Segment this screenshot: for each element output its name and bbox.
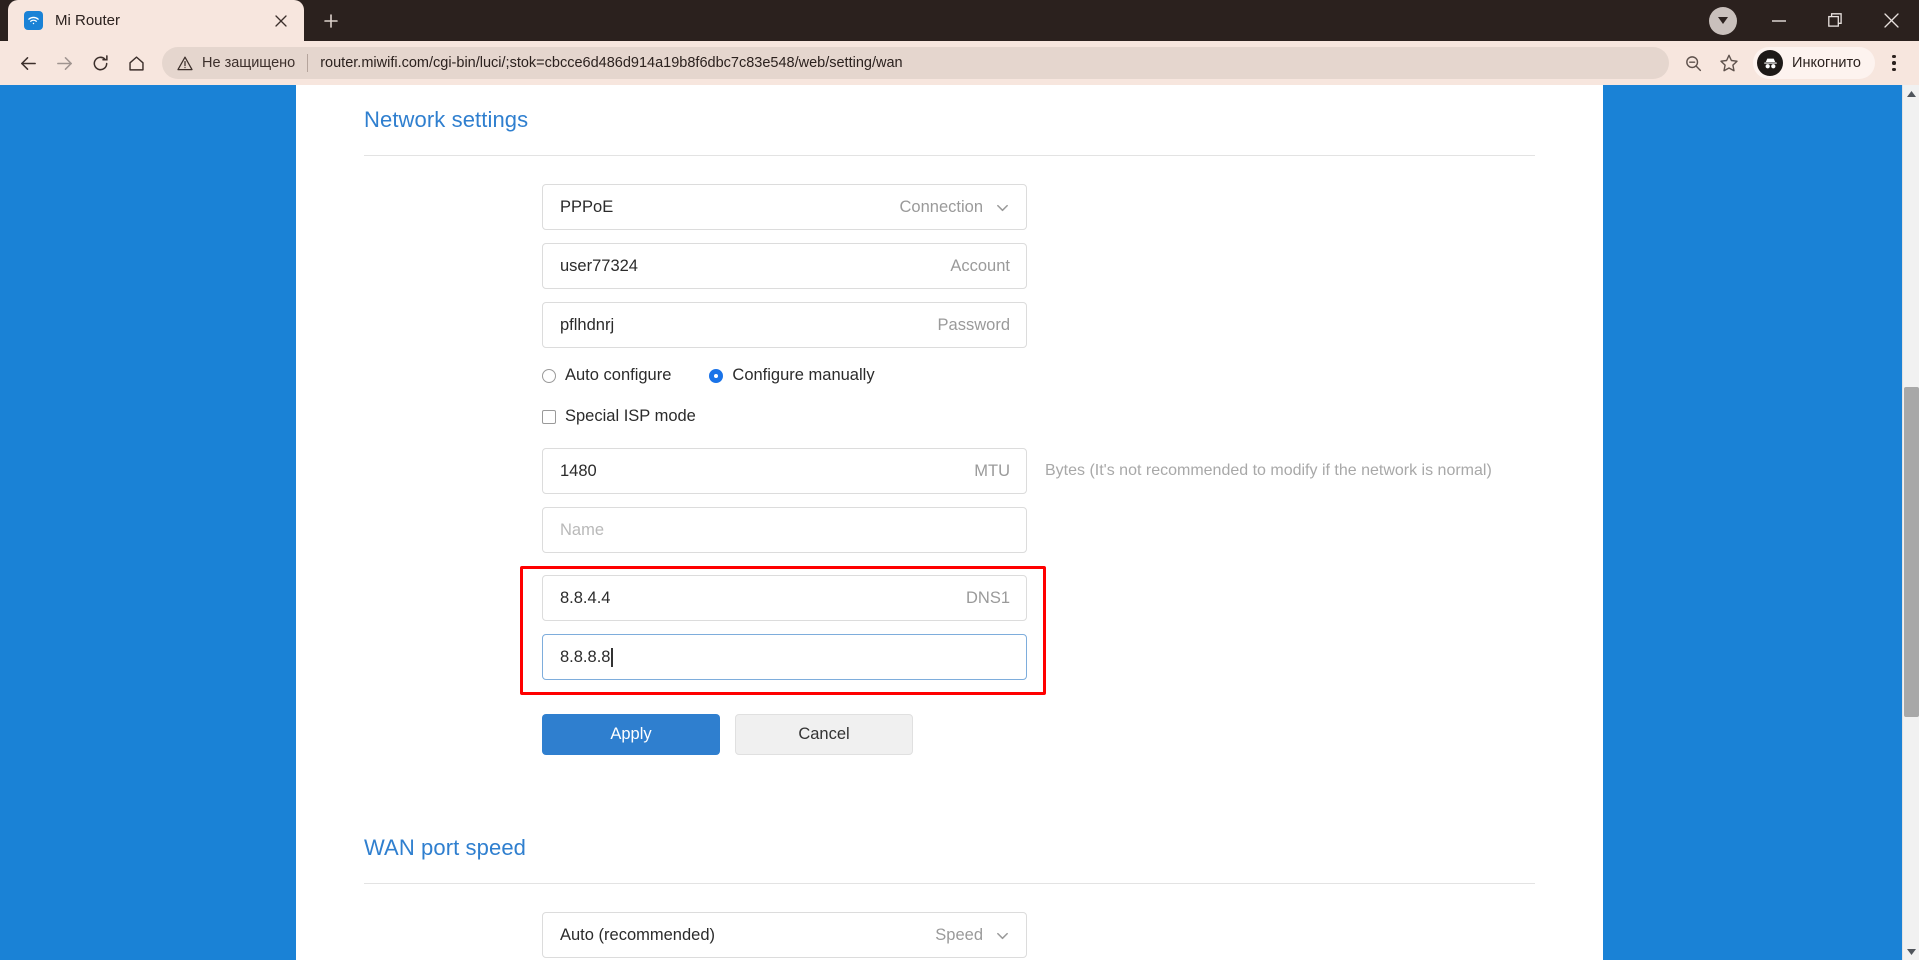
connection-label-text: Connection xyxy=(899,197,983,216)
triangle-down-icon[interactable] xyxy=(1903,943,1919,960)
page-title: Network settings xyxy=(364,107,529,132)
browser-window: Mi Router Не защищено router.miwifi.com/… xyxy=(0,0,1919,960)
profile-button[interactable]: Инкогнито xyxy=(1753,47,1875,79)
home-icon[interactable] xyxy=(118,45,154,81)
reload-icon[interactable] xyxy=(82,45,118,81)
form-actions: Apply Cancel xyxy=(296,714,1603,755)
password-input[interactable]: pflhdnrj Password xyxy=(542,302,1027,348)
omnibox-divider xyxy=(307,54,309,72)
network-settings-form: PPPoE Connection user77324 Account pflhd… xyxy=(296,156,1603,755)
name-placeholder: Name xyxy=(560,520,605,539)
close-icon[interactable] xyxy=(268,8,294,34)
mtu-hint: Bytes (It's not recommended to modify if… xyxy=(1045,462,1492,479)
toolbar-actions: Инкогнито xyxy=(1675,45,1909,81)
password-value: pflhdnrj xyxy=(560,315,615,334)
address-bar[interactable]: Не защищено router.miwifi.com/cgi-bin/lu… xyxy=(162,47,1670,79)
star-icon[interactable] xyxy=(1711,45,1747,81)
account-value: user77324 xyxy=(560,256,638,275)
router-settings-page: Network settings PPPoE Connection user77… xyxy=(296,85,1603,960)
radio-unchecked-icon xyxy=(542,368,556,383)
tab-search-button[interactable] xyxy=(1695,0,1751,41)
tab-title: Mi Router xyxy=(55,12,121,29)
account-label: Account xyxy=(950,256,1010,275)
config-mode-group: Auto configure Configure manually xyxy=(296,366,1603,385)
radio-checked-icon xyxy=(709,368,724,383)
close-window-button[interactable] xyxy=(1863,0,1919,41)
chevron-down-icon xyxy=(1709,6,1737,35)
browser-toolbar: Не защищено router.miwifi.com/cgi-bin/lu… xyxy=(0,41,1919,85)
page-content: Network settings PPPoE Connection user77… xyxy=(296,85,1603,958)
scrollbar-thumb[interactable] xyxy=(1904,387,1919,717)
connection-select[interactable]: PPPoE Connection xyxy=(542,184,1027,230)
account-input[interactable]: user77324 Account xyxy=(542,243,1027,289)
dns2-row: 8.8.8.8 xyxy=(542,634,1062,680)
speed-row: Auto (recommended) Speed xyxy=(296,912,1603,958)
dns1-row: 8.8.4.4 DNS1 xyxy=(542,575,1062,621)
cancel-button[interactable]: Cancel xyxy=(735,714,913,755)
chevron-down-icon xyxy=(995,928,1010,943)
dns1-value: 8.8.4.4 xyxy=(560,588,611,607)
profile-label: Инкогнито xyxy=(1792,55,1861,71)
wan-port-speed-title: WAN port speed xyxy=(364,835,526,860)
mtu-input[interactable]: 1480 MTU xyxy=(542,448,1027,494)
restore-icon[interactable] xyxy=(1807,0,1863,41)
dns-highlight-box: 8.8.4.4 DNS1 8.8.8.8 xyxy=(520,566,1062,695)
incognito-icon xyxy=(1757,50,1784,76)
mtu-value: 1480 xyxy=(560,461,597,480)
checkbox-unchecked-icon xyxy=(542,409,556,424)
text-caret xyxy=(611,647,613,667)
dns1-label: DNS1 xyxy=(965,588,1010,607)
page-viewport: Network settings PPPoE Connection user77… xyxy=(0,85,1919,960)
checkbox-special-isp-mode[interactable]: Special ISP mode xyxy=(542,407,696,426)
connection-value: PPPoE xyxy=(560,197,614,216)
kebab-menu-icon[interactable] xyxy=(1879,45,1909,81)
mtu-label: MTU xyxy=(974,461,1010,480)
security-status-label: Не защищено xyxy=(202,55,296,71)
warning-triangle-icon xyxy=(176,56,193,71)
speed-label: Speed xyxy=(935,926,1010,945)
dns2-value-text: 8.8.8.8 xyxy=(560,647,611,666)
speed-select[interactable]: Auto (recommended) Speed xyxy=(542,912,1027,958)
name-input[interactable]: Name xyxy=(542,507,1027,553)
apply-button[interactable]: Apply xyxy=(542,714,720,755)
connection-row: PPPoE Connection xyxy=(296,184,1603,230)
dns2-value: 8.8.8.8 xyxy=(560,647,1010,667)
browser-tab[interactable]: Mi Router xyxy=(8,0,304,41)
name-row: Name xyxy=(296,507,1603,553)
speed-value: Auto (recommended) xyxy=(560,925,715,944)
radio-configure-manually-label: Configure manually xyxy=(732,366,875,384)
radio-auto-configure[interactable]: Auto configure xyxy=(542,366,671,385)
window-controls xyxy=(1695,0,1919,41)
account-row: user77324 Account xyxy=(296,243,1603,289)
special-isp-row: Special ISP mode xyxy=(296,407,1603,426)
tab-strip: Mi Router xyxy=(0,0,1919,41)
triangle-up-icon[interactable] xyxy=(1903,85,1919,102)
special-isp-mode-label: Special ISP mode xyxy=(565,407,696,425)
minimize-button[interactable] xyxy=(1751,0,1807,41)
forward-arrow-icon[interactable] xyxy=(46,45,82,81)
dns1-input[interactable]: 8.8.4.4 DNS1 xyxy=(542,575,1027,621)
back-arrow-icon[interactable] xyxy=(10,45,46,81)
wan-port-speed-form: Auto (recommended) Speed xyxy=(296,884,1603,958)
speed-label-text: Speed xyxy=(935,925,983,944)
new-tab-button[interactable] xyxy=(314,4,348,38)
url-text: router.miwifi.com/cgi-bin/luci/;stok=cbc… xyxy=(320,55,903,71)
search-zoom-icon[interactable] xyxy=(1675,45,1711,81)
password-label: Password xyxy=(937,315,1010,334)
wan-port-speed-section: WAN port speed Auto (recommended) Speed xyxy=(296,755,1603,958)
chevron-down-icon xyxy=(995,200,1010,215)
radio-configure-manually[interactable]: Configure manually xyxy=(709,366,875,385)
password-row: pflhdnrj Password xyxy=(296,302,1603,348)
mtu-row: 1480 MTU Bytes (It's not recommended to … xyxy=(296,448,1603,494)
radio-auto-configure-label: Auto configure xyxy=(565,366,672,384)
dns2-input[interactable]: 8.8.8.8 xyxy=(542,634,1027,680)
wifi-icon xyxy=(24,11,43,30)
page-scrollbar[interactable] xyxy=(1902,85,1919,960)
connection-label: Connection xyxy=(900,198,1010,217)
